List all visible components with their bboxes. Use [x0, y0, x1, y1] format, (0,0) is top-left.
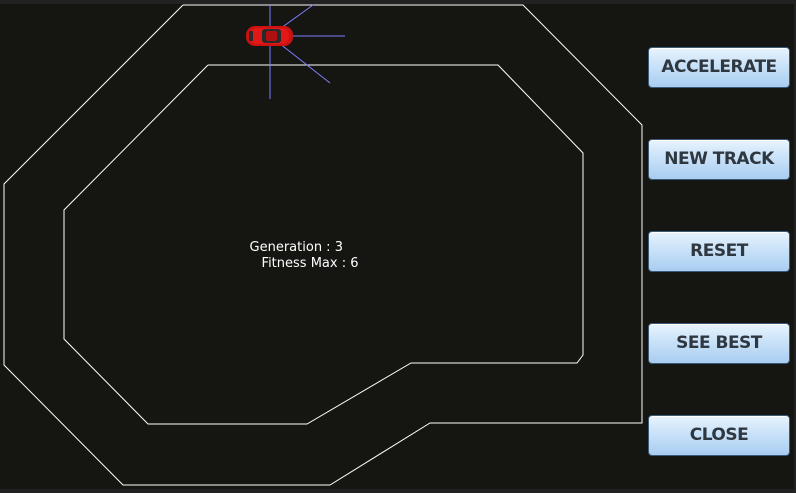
- generation-label: Generation : 3: [249, 240, 343, 255]
- new-track-button[interactable]: NEW TRACK: [648, 139, 790, 180]
- see-best-button[interactable]: SEE BEST: [648, 323, 790, 364]
- fitness-max-label: Fitness Max : 6: [261, 256, 359, 271]
- control-panel: ACCELERATE NEW TRACK RESET SEE BEST CLOS…: [648, 47, 790, 493]
- stats-readout: Generation : 3 Fitness Max : 6: [233, 224, 359, 288]
- reset-button[interactable]: RESET: [648, 231, 790, 272]
- car-sensors: [269, 4, 345, 99]
- close-button[interactable]: CLOSE: [648, 415, 790, 456]
- app-window: Generation : 3 Fitness Max : 6 ACCELERAT…: [0, 0, 796, 493]
- accelerate-button[interactable]: ACCELERATE: [648, 47, 790, 88]
- car-icon: [246, 26, 293, 46]
